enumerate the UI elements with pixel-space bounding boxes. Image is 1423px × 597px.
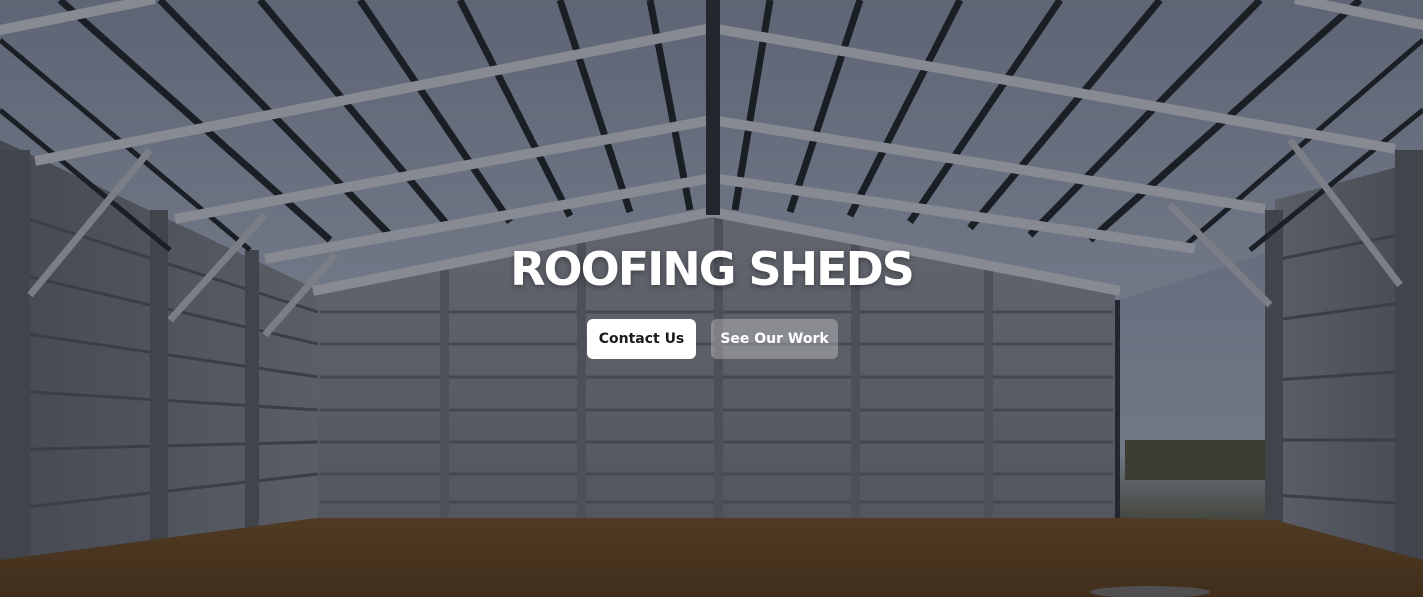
hero-content: ROOFING SHEDS Contact Us See Our Work	[0, 0, 1423, 597]
hero-title: ROOFING SHEDS	[510, 242, 915, 296]
hero-section: ROOFING SHEDS Contact Us See Our Work	[0, 0, 1423, 597]
hero-button-group: Contact Us See Our Work	[0, 319, 1423, 359]
contact-us-button[interactable]: Contact Us	[587, 319, 696, 359]
see-our-work-button[interactable]: See Our Work	[711, 319, 838, 359]
